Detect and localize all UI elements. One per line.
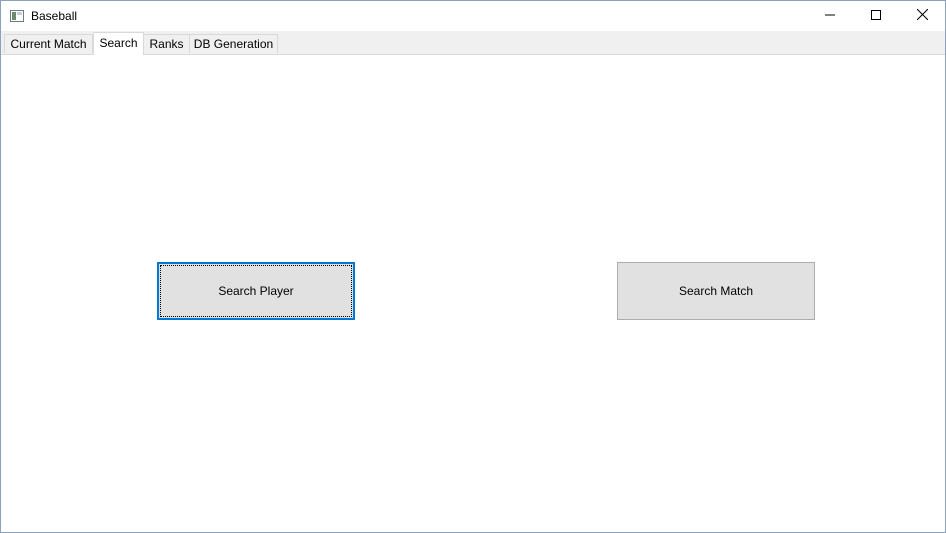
tab-db-generation[interactable]: DB Generation — [189, 34, 278, 53]
maximize-icon — [871, 7, 881, 25]
tab-search[interactable]: Search — [93, 32, 144, 55]
maximize-button[interactable] — [853, 1, 899, 31]
window-title: Baseball — [31, 9, 78, 23]
tab-ranks[interactable]: Ranks — [143, 34, 190, 53]
tab-current-match[interactable]: Current Match — [4, 34, 93, 53]
minimize-icon — [825, 7, 835, 25]
tab-strip: Current Match Search Ranks DB Generation — [1, 31, 945, 55]
search-match-button[interactable]: Search Match — [617, 262, 815, 320]
search-player-label: Search Player — [218, 284, 294, 298]
search-player-button[interactable]: Search Player — [157, 262, 355, 320]
app-window-icon — [10, 9, 24, 22]
minimize-button[interactable] — [807, 1, 853, 31]
title-bar[interactable]: Baseball — [1, 1, 945, 31]
close-button[interactable] — [899, 1, 945, 31]
search-match-label: Search Match — [678, 284, 754, 298]
close-icon — [916, 7, 928, 25]
app-window: Baseball Current Match Search Ranks DB G… — [0, 0, 946, 533]
